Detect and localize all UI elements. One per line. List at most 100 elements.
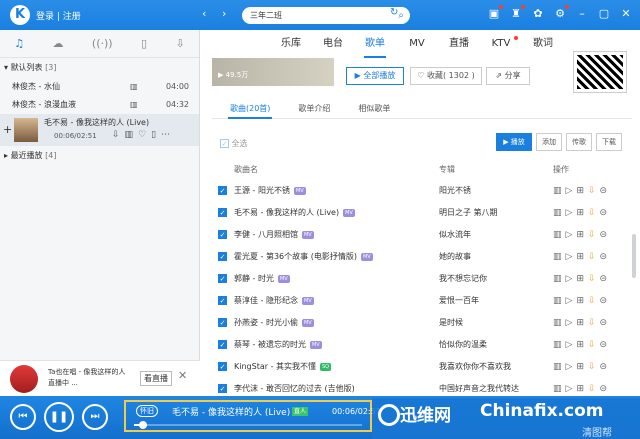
mv-icon[interactable]: ▥ [553,362,566,372]
play-icon[interactable]: ▷ [566,340,577,350]
minimize-icon[interactable]: – [576,7,588,20]
add-icon[interactable]: ⊞ [576,340,588,350]
more-icon[interactable]: ⊝ [600,208,612,218]
progress-handle[interactable] [139,421,148,429]
more-icon[interactable]: ⊝ [600,340,612,350]
refresh-icon[interactable]: ↻ [390,7,398,18]
download-icon[interactable]: ⇩ [588,296,600,306]
table-row[interactable]: ✓ KingStar - 其实我不懂 SQ 我喜欢你你不喜欢我 ▥▷⊞⇩⊝ [212,356,622,378]
mv-icon[interactable]: ▥ [125,130,139,140]
watch-live-button[interactable]: 看直播 [140,371,172,386]
more-icon[interactable]: ⊝ [600,230,612,240]
download-icon[interactable]: ⇩ [588,186,600,196]
row-checkbox[interactable]: ✓ [218,274,227,283]
group-default[interactable]: ▾ 默认列表 [3] [0,58,199,78]
mv-icon[interactable]: ▥ [130,96,138,114]
row-checkbox[interactable]: ✓ [218,208,227,217]
play-icon[interactable]: ▷ [566,208,577,218]
add-icon[interactable]: + [3,123,12,136]
next-icon[interactable]: ⏭ [82,404,108,430]
select-all-checkbox[interactable]: ✓ 全选 [220,138,248,149]
add-icon[interactable]: ⊞ [576,384,588,394]
row-checkbox[interactable]: ✓ [218,384,227,393]
list-item[interactable]: 林俊杰 - 浪漫血液 ▥ 04:32 [0,96,199,114]
play-button[interactable]: ▶ 播放 [496,133,532,151]
mv-icon[interactable]: ▥ [553,384,566,394]
skin-icon[interactable]: ✿ [532,7,544,20]
clothes-icon[interactable]: ♜ [510,5,525,20]
song-cell[interactable]: 郭静 - 时光 MV [234,268,290,290]
download-icon[interactable]: ⇩ [176,30,185,57]
album-cell[interactable]: 似水流年 [439,224,471,246]
row-checkbox[interactable]: ✓ [218,318,227,327]
add-button[interactable]: 添加 [536,133,562,151]
radio-icon[interactable]: ((·)) [92,30,113,57]
device-icon[interactable]: ▯ [141,30,147,57]
album-cell[interactable]: 她的故事 [439,246,471,268]
song-cell[interactable]: KingStar - 其实我不懂 SQ [234,356,332,378]
play-icon[interactable]: ▷ [566,252,577,262]
row-checkbox[interactable]: ✓ [218,230,227,239]
add-icon[interactable]: ⊞ [576,230,588,240]
play-icon[interactable]: ▷ [566,362,577,372]
download-icon[interactable]: ⇩ [588,318,600,328]
maximize-icon[interactable]: ▢ [598,7,610,20]
add-icon[interactable]: ⊞ [576,362,588,372]
tab-mv[interactable]: MV [396,30,438,58]
search-icon[interactable]: ⌕ [398,7,404,24]
cloud-icon[interactable]: ☁ [53,30,64,57]
album-cell[interactable]: 明日之子 第八期 [439,202,498,224]
add-icon[interactable]: ⊞ [576,252,588,262]
group-recent[interactable]: ▸ 最近播放 [4] [0,146,199,166]
more-icon[interactable]: ⊝ [600,384,612,394]
song-cell[interactable]: 蔡琴 - 被遗忘的时光 MV [234,334,322,356]
scrollbar[interactable] [632,234,636,278]
close-icon[interactable]: ✕ [178,369,187,382]
song-cell[interactable]: 王源 - 阳光不锈 MV [234,180,306,202]
back-button[interactable]: ‹ [202,7,206,20]
more-icon[interactable]: ⊝ [600,362,612,372]
current-song-item[interactable]: + 毛不易 - 像我这样的人 (Live) 00:06/02:51 ⇩▥♡▯⋯ [0,114,199,146]
mv-icon[interactable]: ▥ [553,208,566,218]
download-icon[interactable]: ⇩ [588,384,600,394]
share-button[interactable]: ⇗ 分享 [486,67,530,85]
gear-icon[interactable]: ⚙ [554,5,569,20]
download-icon[interactable]: ⇩ [112,130,125,140]
tab-ktv[interactable]: KTV [480,30,522,58]
song-cell[interactable]: 蔡淳佳 - 隐形纪念 MV [234,290,314,312]
album-cell[interactable]: 恰似你的温柔 [439,334,487,356]
tab-songs[interactable]: 歌曲(20首) [227,99,273,119]
row-checkbox[interactable]: ✓ [218,362,227,371]
download-icon[interactable]: ⇩ [588,274,600,284]
tab-library[interactable]: 乐库 [270,30,312,58]
mv-icon[interactable]: ▥ [553,318,566,328]
row-checkbox[interactable]: ✓ [218,296,227,305]
add-icon[interactable]: ⊞ [576,186,588,196]
game-icon[interactable]: ▣ [488,5,503,20]
play-mode-button[interactable]: 怀旧 [136,405,158,417]
album-cell[interactable]: 是时候 [439,312,463,334]
close-icon[interactable]: ✕ [620,7,632,20]
avatar[interactable] [10,365,38,393]
row-checkbox[interactable]: ✓ [218,252,227,261]
play-icon[interactable]: ▷ [566,274,577,284]
tab-live[interactable]: 直播 [438,30,480,58]
song-cell[interactable]: 毛不易 - 像我这样的人 (Live) MV [234,202,355,224]
progress-bar[interactable] [134,421,362,429]
album-cell[interactable]: 我不想忘记你 [439,268,487,290]
play-icon[interactable]: ▷ [566,186,577,196]
song-cell[interactable]: 霍光夏 - 第36个故事 (电影抒情版) MV [234,246,373,268]
mv-icon[interactable]: ▥ [553,252,566,262]
add-icon[interactable]: ⊞ [576,208,588,218]
more-icon[interactable]: ⊝ [600,252,612,262]
download-button[interactable]: 下载 [596,133,622,151]
table-row[interactable]: ✓ 王源 - 阳光不锈 MV 阳光不锈 ▥▷⊞⇩⊝ [212,180,622,202]
table-row[interactable]: ✓ 毛不易 - 像我这样的人 (Live) MV 明日之子 第八期 ▥▷⊞⇩⊝ [212,202,622,224]
favorite-button[interactable]: ♡ 收藏( 1302 ) [410,67,482,85]
play-icon[interactable]: ▷ [566,384,577,394]
mv-icon[interactable]: ▥ [553,230,566,240]
add-icon[interactable]: ⊞ [576,318,588,328]
mv-icon[interactable]: ▥ [553,296,566,306]
play-all-button[interactable]: ▶ 全部播放 [346,67,404,85]
login-register-link[interactable]: 登录 | 注册 [36,9,81,22]
